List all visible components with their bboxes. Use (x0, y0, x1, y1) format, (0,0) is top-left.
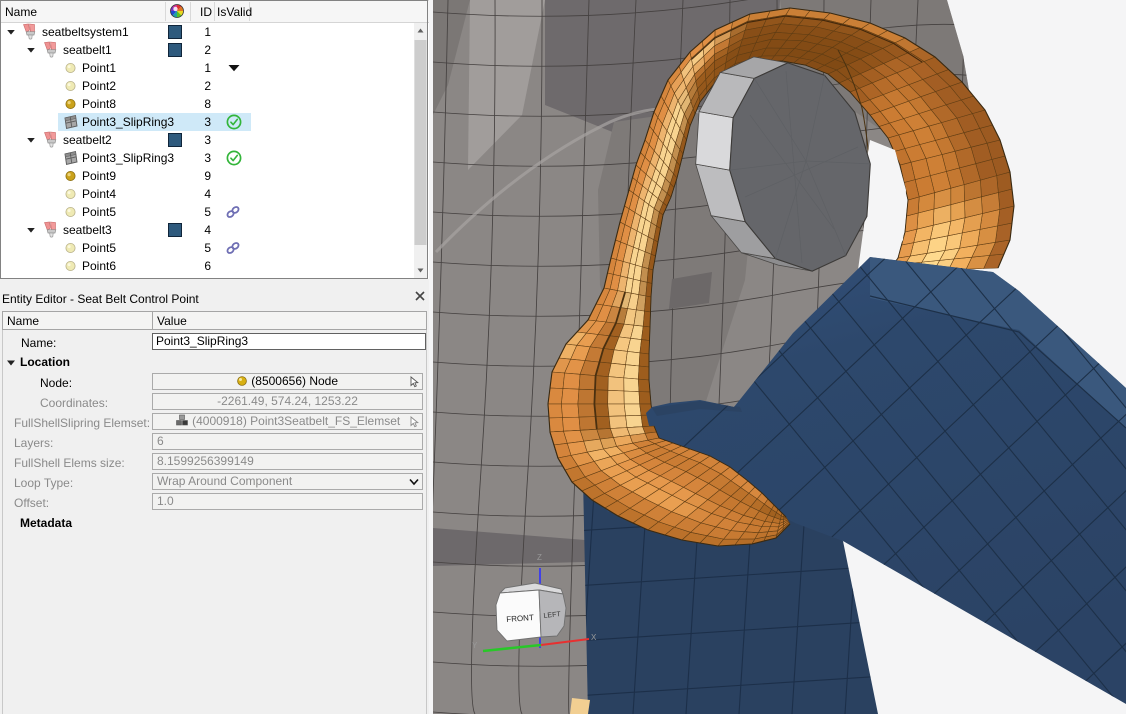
svg-text:ID: ID (200, 5, 212, 19)
svg-text:seatbelt2: seatbelt2 (63, 133, 112, 147)
svg-text:Point9: Point9 (82, 169, 116, 183)
svg-text:1: 1 (204, 25, 211, 39)
svg-text:FRONT: FRONT (506, 613, 534, 624)
svg-text:3: 3 (204, 115, 211, 129)
svg-text:Y: Y (472, 641, 478, 650)
svg-text:Point5: Point5 (82, 205, 116, 219)
svg-text:1: 1 (204, 61, 211, 75)
svg-text:Point1: Point1 (82, 61, 116, 75)
svg-text:Z: Z (537, 553, 542, 562)
svg-text:Point8: Point8 (82, 97, 116, 111)
svg-text:5: 5 (204, 205, 211, 219)
svg-text:3: 3 (204, 133, 211, 147)
svg-text:X: X (591, 633, 597, 642)
svg-text:4: 4 (204, 223, 211, 237)
svg-text:Point3_SlipRing3: Point3_SlipRing3 (82, 151, 174, 165)
svg-text:Point6: Point6 (82, 259, 116, 273)
svg-text:seatbelt1: seatbelt1 (63, 43, 112, 57)
svg-text:2: 2 (204, 79, 211, 93)
svg-text:Name: Name (5, 5, 37, 19)
svg-text:Point4: Point4 (82, 187, 116, 201)
svg-text:6: 6 (204, 259, 211, 273)
svg-text:3: 3 (204, 151, 211, 165)
svg-text:8: 8 (204, 97, 211, 111)
svg-text:5: 5 (204, 241, 211, 255)
svg-text:2: 2 (204, 43, 211, 57)
svg-text:Point3_SlipRing3: Point3_SlipRing3 (82, 115, 174, 129)
svg-text:9: 9 (204, 169, 211, 183)
svg-text:4: 4 (204, 187, 211, 201)
svg-text:Point2: Point2 (82, 79, 116, 93)
svg-text:seatbeltsystem1: seatbeltsystem1 (42, 25, 129, 39)
svg-text:Point5: Point5 (82, 241, 116, 255)
svg-text:seatbelt3: seatbelt3 (63, 223, 112, 237)
svg-text:IsValid: IsValid (217, 5, 252, 19)
